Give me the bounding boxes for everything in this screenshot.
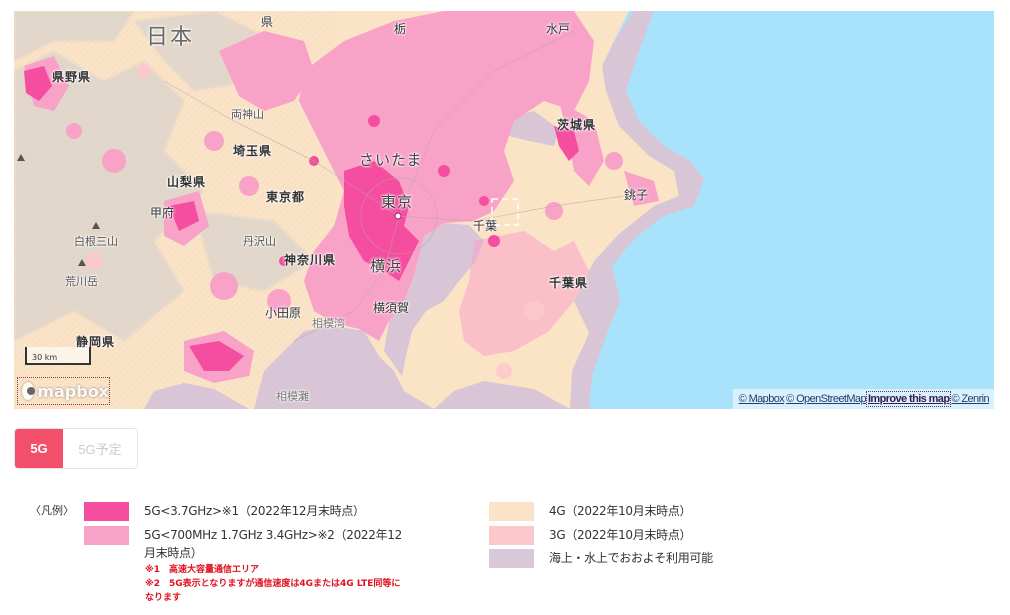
attribution-zenrin-link[interactable]: © Zenrin (951, 393, 989, 405)
label-yamanashi: 山梨県 (167, 175, 207, 189)
label-saitama-city: さいたま (359, 151, 423, 169)
label-kofu: 甲府 (150, 206, 175, 220)
legend-label-3g: 3G（2022年10月末時点） (549, 528, 692, 542)
note-2: ※2 5G表示となりますが通信速度は4Gまたは4G LTE同等になります (145, 579, 401, 603)
label-shiranesan: 白根三山 (74, 235, 118, 248)
label-saitama-pref: 埼玉県 (233, 144, 273, 158)
label-nihon: 日本 (146, 25, 195, 50)
improve-map-link[interactable]: Improve this map (865, 391, 952, 407)
legend-label-sea: 海上・水上でおおよそ利用可能 (549, 551, 713, 565)
label-arakawa: 荒川岳 (65, 275, 98, 288)
label-yokosuka: 横須賀 (373, 301, 410, 315)
label-sagaminada: 相模灘 (276, 390, 309, 403)
legend-swatch-5g-700 (84, 526, 129, 545)
legend-item-4g: 4G（2022年10月末時点） (489, 502, 692, 521)
legend-item-5g-700: 5G<700MHz 1.7GHz 3.4GHz>※2（2022年12月末時点） (84, 526, 406, 562)
tab-5g-planned[interactable]: 5G予定 (63, 429, 137, 468)
label-tokyo: 東京 (381, 193, 414, 211)
label-chiba-pref: 千葉県 (549, 276, 589, 290)
attribution-mapbox-link[interactable]: © Mapbox (739, 393, 785, 405)
mapbox-icon (22, 382, 36, 400)
attribution-osm-link[interactable]: © OpenStreetMap (786, 393, 866, 405)
scale-bar: 30 km (25, 347, 91, 365)
legend-notes: ※1 高速大容量通信エリア ※2 5G表示となりますが通信速度は4Gまたは4G … (145, 563, 407, 605)
mapbox-logo-text: mapbox (37, 381, 109, 401)
map-attribution: © Mapbox © OpenStreetMap Improve this ma… (732, 389, 994, 409)
label-tokyo-pref: 東京都 (266, 190, 306, 204)
label-ibaraki: 茨城県 (557, 118, 597, 132)
label-sagami-bay: 相模湾 (312, 317, 345, 330)
note-1: ※1 高速大容量通信エリア (145, 565, 260, 575)
legend-swatch-3g (489, 526, 534, 545)
label-gunma: 県 (261, 15, 274, 29)
coverage-map[interactable]: 日本 県 水戸 栃 県野県 両神山 埼玉県 さいたま 茨城県 山梨県 東京都 東… (14, 11, 994, 409)
mapbox-logo[interactable]: mapbox (17, 377, 110, 405)
label-kanagawa: 神奈川県 (284, 253, 337, 267)
label-odawara: 小田原 (265, 306, 302, 320)
label-chiba-city: 千葉 (473, 219, 498, 233)
label-choshi: 銚子 (624, 188, 649, 202)
label-mito: 水戸 (546, 22, 571, 36)
legend-swatch-4g (489, 502, 534, 521)
legend-item-5g-37: 5G<3.7GHz>※1（2022年12月末時点） (84, 502, 365, 521)
coverage-page: 日本 県 水戸 栃 県野県 両神山 埼玉県 さいたま 茨城県 山梨県 東京都 東… (0, 0, 1010, 615)
label-yokohama: 横浜 (370, 257, 403, 275)
legend-label-4g: 4G（2022年10月末時点） (549, 504, 692, 518)
label-ryokami: 両神山 (231, 108, 264, 121)
label-nagano: 県野県 (52, 70, 92, 84)
legend-title: 〈凡例〉 (30, 504, 74, 517)
legend-item-sea: 海上・水上でおおよそ利用可能 (489, 549, 713, 568)
network-tabs: 5G 5G予定 (14, 428, 138, 469)
label-tanzawa: 丹沢山 (243, 235, 276, 248)
legend-label-5g-37: 5G<3.7GHz>※1（2022年12月末時点） (144, 504, 365, 518)
legend-label-5g-700: 5G<700MHz 1.7GHz 3.4GHz>※2（2022年12月末時点） (144, 528, 402, 560)
legend-item-3g: 3G（2022年10月末時点） (489, 526, 692, 545)
tab-5g[interactable]: 5G (15, 429, 63, 468)
label-tochigi: 栃 (394, 22, 407, 36)
legend-swatch-sea (489, 549, 534, 568)
legend-swatch-5g-37 (84, 502, 129, 521)
scale-bar-label: 30 km (32, 353, 58, 362)
